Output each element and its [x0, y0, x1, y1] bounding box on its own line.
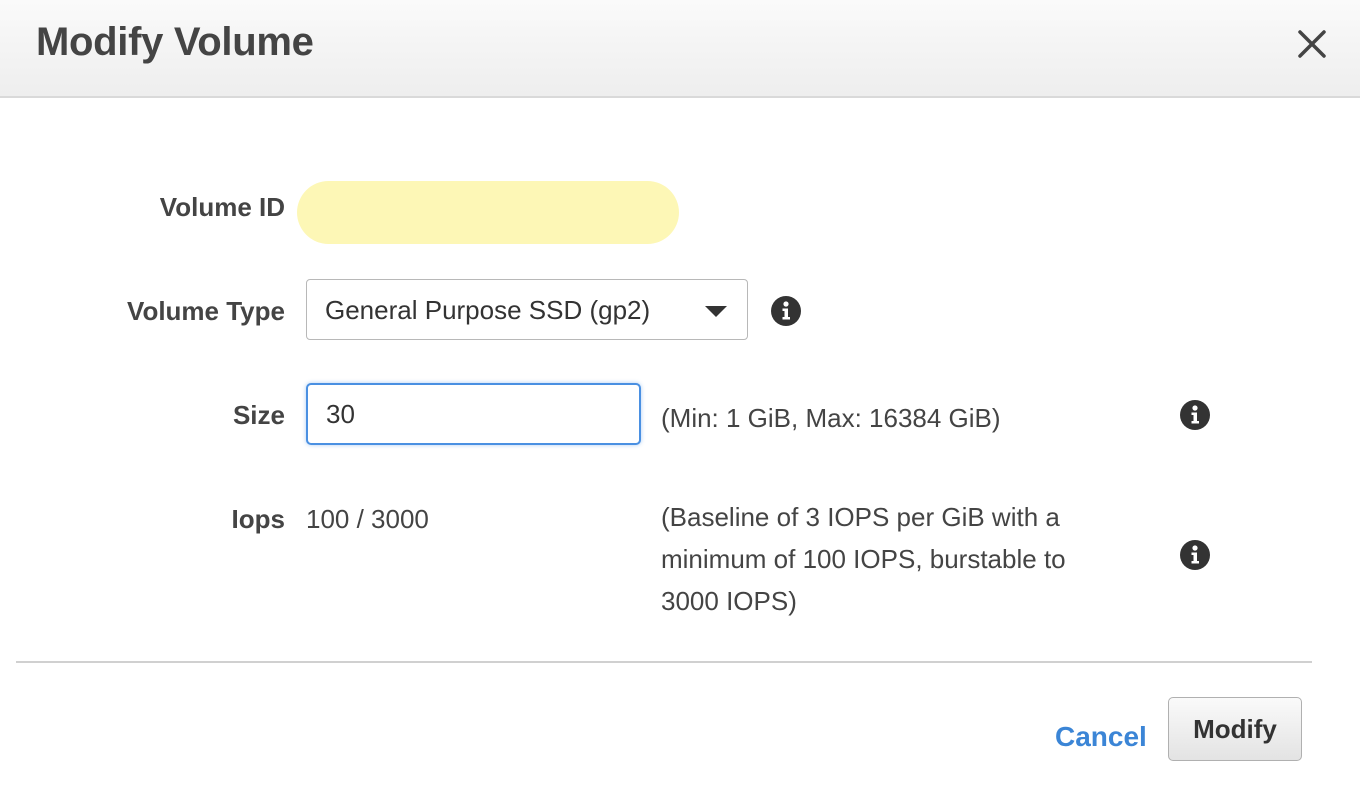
- cancel-button[interactable]: Cancel: [1055, 721, 1147, 753]
- close-icon[interactable]: [1294, 26, 1330, 62]
- size-hint: (Min: 1 GiB, Max: 16384 GiB): [661, 403, 1001, 433]
- volume-id-label: Volume ID: [159, 192, 285, 222]
- footer-divider: [16, 661, 1312, 663]
- iops-label: Iops: [231, 504, 285, 534]
- modify-volume-dialog: Modify Volume Volume ID Volume Type Gene…: [0, 0, 1360, 790]
- modify-button[interactable]: Modify: [1168, 697, 1302, 761]
- info-icon[interactable]: [770, 295, 802, 327]
- iops-value: 100 / 3000: [306, 504, 429, 534]
- chevron-down-icon: [705, 306, 727, 317]
- size-label: Size: [232, 400, 285, 430]
- iops-hint-line: minimum of 100 IOPS, burstable to: [661, 544, 1066, 574]
- info-icon[interactable]: [1179, 399, 1211, 431]
- iops-hint-line: (Baseline of 3 IOPS per GiB with a: [661, 502, 1060, 532]
- dialog-title: Modify Volume: [36, 20, 314, 64]
- size-input[interactable]: [306, 383, 641, 445]
- volume-type-select[interactable]: General Purpose SSD (gp2): [306, 279, 748, 340]
- info-icon[interactable]: [1179, 539, 1211, 571]
- volume-type-label: Volume Type: [127, 296, 285, 326]
- dialog-header: Modify Volume: [0, 0, 1360, 98]
- iops-hint: (Baseline of 3 IOPS per GiB with a minim…: [661, 496, 1141, 622]
- volume-type-selected-value: General Purpose SSD (gp2): [325, 295, 651, 325]
- volume-id-value: [297, 181, 679, 244]
- iops-hint-line: 3000 IOPS): [661, 586, 797, 616]
